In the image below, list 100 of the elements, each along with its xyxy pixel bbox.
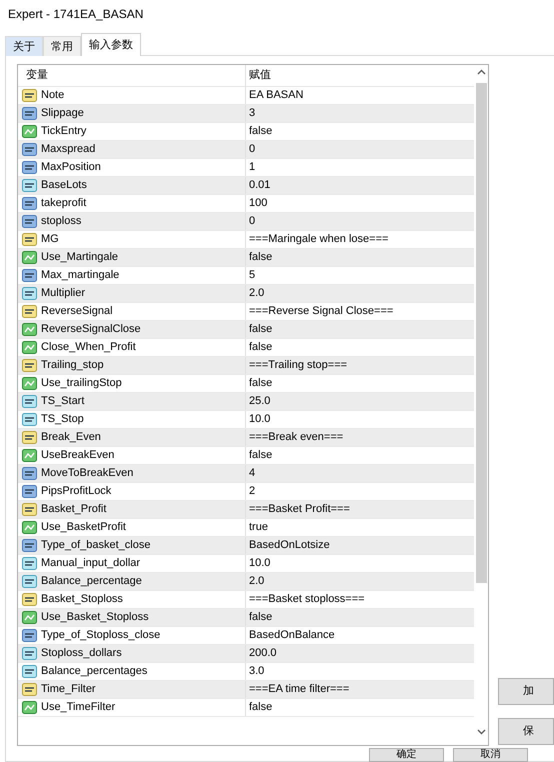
parameter-name: Close_When_Profit bbox=[41, 340, 136, 356]
dialog-button[interactable]: 取消 bbox=[453, 748, 528, 762]
parameter-value[interactable]: BasedOnBalance bbox=[249, 629, 335, 642]
parameter-name: Use_trailingStop bbox=[41, 376, 122, 392]
fraction-type-icon bbox=[22, 179, 37, 192]
parameter-value[interactable]: 0 bbox=[249, 143, 256, 156]
parameter-value[interactable]: false bbox=[249, 449, 272, 462]
parameter-name: TS_Stop bbox=[41, 412, 84, 428]
parameter-value[interactable]: false bbox=[249, 341, 272, 354]
text-type-icon bbox=[22, 359, 37, 372]
tab[interactable]: 关于 bbox=[5, 36, 43, 56]
integer-type-icon bbox=[22, 485, 37, 498]
parameter-name: Break_Even bbox=[41, 430, 101, 446]
parameter-value[interactable]: 100 bbox=[249, 197, 268, 210]
parameter-name: Type_of_Stoploss_close bbox=[41, 628, 160, 644]
parameter-name: ReverseSignalClose bbox=[41, 322, 141, 338]
integer-type-icon bbox=[22, 107, 37, 120]
parameter-value[interactable]: ===Basket Profit=== bbox=[249, 503, 350, 516]
scrollbar-thumb[interactable] bbox=[476, 83, 487, 583]
fraction-type-icon bbox=[22, 395, 37, 408]
parameter-value[interactable]: 3.0 bbox=[249, 665, 264, 678]
parameter-name: takeprofit bbox=[41, 196, 86, 212]
parameter-value[interactable]: ===Trailing stop=== bbox=[249, 359, 348, 372]
side-button[interactable]: 加 bbox=[498, 678, 554, 705]
scroll-up-icon[interactable] bbox=[477, 69, 486, 75]
parameter-name: TS_Start bbox=[41, 394, 84, 410]
parameter-value[interactable]: 4 bbox=[249, 467, 256, 480]
parameter-value[interactable]: ===Maringale when lose=== bbox=[249, 233, 388, 246]
parameter-name: MoveToBreakEven bbox=[41, 466, 134, 482]
parameter-name: UseBreakEven bbox=[41, 448, 114, 464]
parameter-name: TickEntry bbox=[41, 124, 86, 140]
parameter-name: Manual_input_dollar bbox=[41, 556, 140, 572]
tab[interactable]: 输入参数 bbox=[81, 33, 141, 56]
integer-type-icon bbox=[22, 143, 37, 156]
fraction-type-icon bbox=[22, 575, 37, 588]
parameter-name: Time_Filter bbox=[41, 682, 96, 698]
parameter-value[interactable]: 3 bbox=[249, 107, 256, 120]
fraction-type-icon bbox=[22, 647, 37, 660]
toggle-type-icon bbox=[22, 521, 37, 534]
parameter-value[interactable]: 1 bbox=[249, 161, 256, 174]
parameter-name: Balance_percentage bbox=[41, 574, 142, 590]
integer-type-icon bbox=[22, 539, 37, 552]
parameter-name: BaseLots bbox=[41, 178, 87, 194]
parameter-value[interactable]: 200.0 bbox=[249, 647, 277, 660]
dialog-button[interactable]: 确定 bbox=[369, 748, 444, 762]
side-button[interactable]: 保 bbox=[498, 718, 554, 745]
parameter-value[interactable]: 0 bbox=[249, 215, 256, 228]
text-type-icon bbox=[22, 233, 37, 246]
tab[interactable]: 常用 bbox=[43, 36, 81, 56]
parameter-value[interactable]: true bbox=[249, 521, 268, 534]
fraction-type-icon bbox=[22, 557, 37, 570]
parameter-value[interactable]: 25.0 bbox=[249, 395, 270, 408]
window-title: Expert - 1741EA_BASAN bbox=[7, 6, 144, 23]
parameter-name: Slippage bbox=[41, 106, 84, 122]
parameter-value[interactable]: false bbox=[249, 251, 272, 264]
parameter-value[interactable]: ===Break even=== bbox=[249, 431, 344, 444]
fraction-type-icon bbox=[22, 287, 37, 300]
text-type-icon bbox=[22, 305, 37, 318]
parameter-value[interactable]: 2 bbox=[249, 485, 256, 498]
parameter-name: Use_Basket_Stoploss bbox=[41, 610, 149, 626]
parameter-name: Basket_Stoploss bbox=[41, 592, 123, 608]
fraction-type-icon bbox=[22, 413, 37, 426]
text-type-icon bbox=[22, 593, 37, 606]
parameter-name: Maxspread bbox=[41, 142, 96, 158]
toggle-type-icon bbox=[22, 611, 37, 624]
scroll-down-icon[interactable] bbox=[477, 729, 486, 735]
parameter-value[interactable]: false bbox=[249, 377, 272, 390]
parameter-name: Use_TimeFilter bbox=[41, 700, 116, 716]
parameter-value[interactable]: 5 bbox=[249, 269, 256, 282]
parameter-name: Max_martingale bbox=[41, 268, 120, 284]
toggle-type-icon bbox=[22, 125, 37, 138]
parameter-value[interactable]: false bbox=[249, 125, 272, 138]
parameter-name: stoploss bbox=[41, 214, 82, 230]
parameter-value[interactable]: false bbox=[249, 323, 272, 336]
text-type-icon bbox=[22, 431, 37, 444]
integer-type-icon bbox=[22, 269, 37, 282]
integer-type-icon bbox=[22, 161, 37, 174]
parameter-name: Multiplier bbox=[41, 286, 86, 302]
parameter-name: MG bbox=[41, 232, 59, 248]
parameter-value[interactable]: EA BASAN bbox=[249, 89, 304, 102]
parameter-name: ReverseSignal bbox=[41, 304, 113, 320]
parameter-value[interactable]: 10.0 bbox=[249, 557, 270, 570]
parameter-value[interactable]: 2.0 bbox=[249, 575, 264, 588]
parameter-value[interactable]: 10.0 bbox=[249, 413, 270, 426]
parameter-value[interactable]: ===Reverse Signal Close=== bbox=[249, 305, 394, 318]
parameter-value[interactable]: ===Basket stoploss=== bbox=[249, 593, 365, 606]
fraction-type-icon bbox=[22, 665, 37, 678]
column-header: 变量 bbox=[26, 68, 48, 84]
parameter-value[interactable]: BasedOnLotsize bbox=[249, 539, 330, 552]
parameter-name: Use_Martingale bbox=[41, 250, 118, 266]
toggle-type-icon bbox=[22, 341, 37, 354]
parameter-value[interactable]: false bbox=[249, 701, 272, 714]
parameter-value[interactable]: 2.0 bbox=[249, 287, 264, 300]
parameter-value[interactable]: 0.01 bbox=[249, 179, 270, 192]
integer-type-icon bbox=[22, 215, 37, 228]
parameter-name: Trailing_stop bbox=[41, 358, 104, 374]
parameter-value[interactable]: ===EA time filter=== bbox=[249, 683, 350, 696]
parameter-value[interactable]: false bbox=[249, 611, 272, 624]
parameter-name: Balance_percentages bbox=[41, 664, 148, 680]
toggle-type-icon bbox=[22, 701, 37, 714]
